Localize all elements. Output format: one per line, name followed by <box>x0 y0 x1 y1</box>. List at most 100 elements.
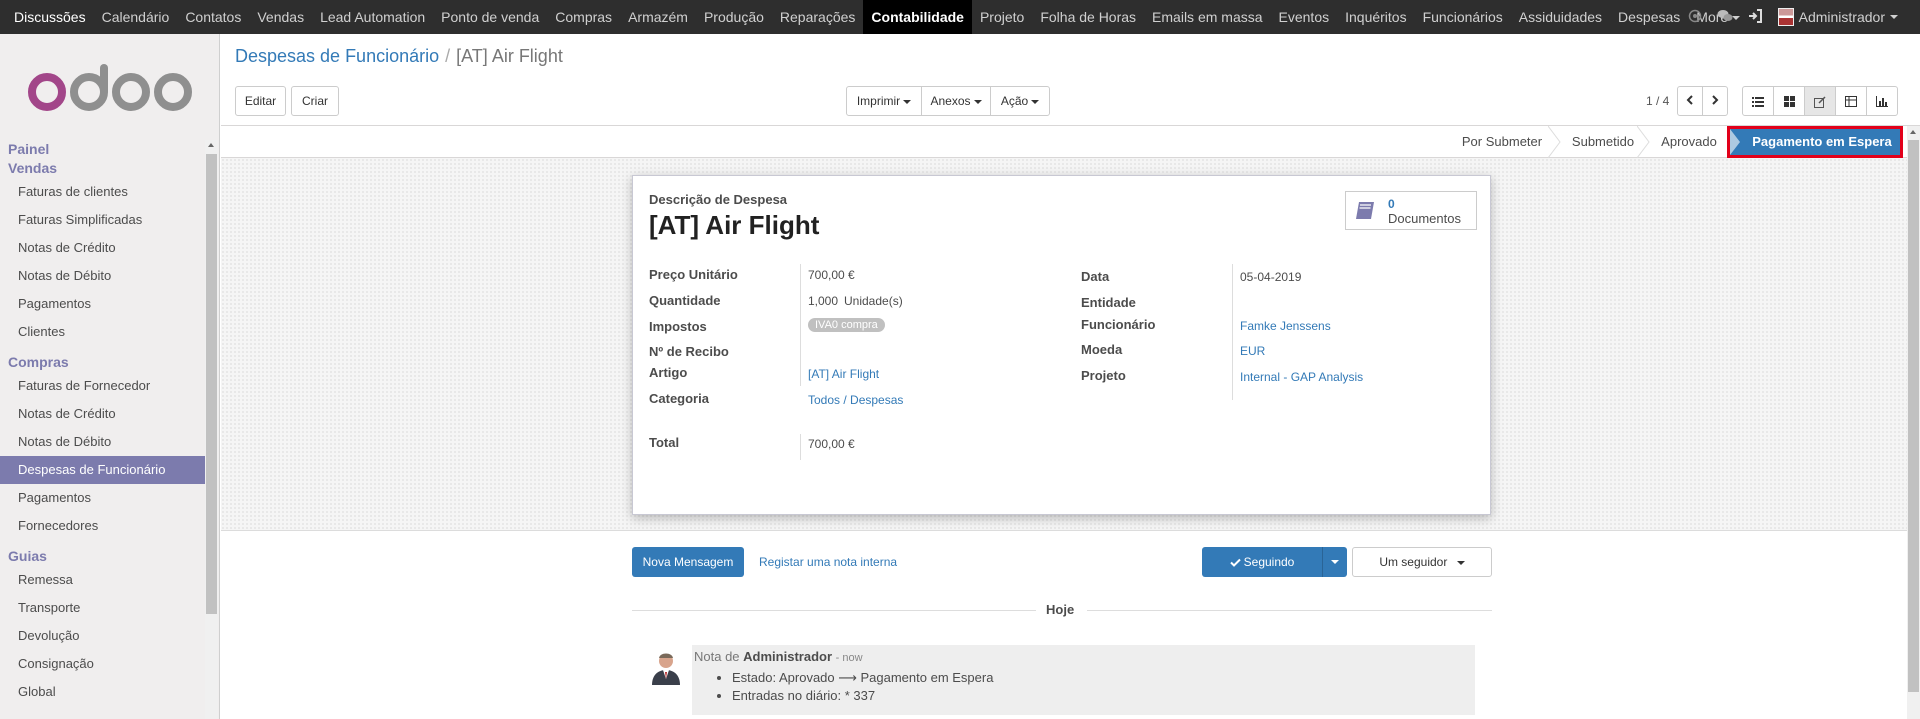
action-dropdown[interactable]: Ação <box>990 86 1050 116</box>
pager-value[interactable]: 1 / 4 <box>1646 94 1669 108</box>
message-timestamp: - now <box>835 652 863 664</box>
statusbar: Por Submeter Submetido Aprovado Pagament… <box>221 126 1907 158</box>
message-author[interactable]: Administrador <box>743 649 832 664</box>
attachments-dropdown[interactable]: Anexos <box>921 86 991 116</box>
sidebar-item[interactable]: Transporte <box>0 594 206 622</box>
documents-button[interactable]: 0 Documentos <box>1345 191 1477 230</box>
caret-down-icon <box>1890 15 1898 19</box>
stage-arrow-icon <box>1730 129 1740 155</box>
breadcrumb-parent[interactable]: Despesas de Funcionário <box>235 46 439 66</box>
main-scrollbar[interactable] <box>1907 126 1920 719</box>
scroll-up-icon[interactable] <box>1910 130 1916 134</box>
description-label: Descrição de Despesa <box>649 192 788 207</box>
app-menu-item-active[interactable]: Contabilidade <box>863 0 972 34</box>
followers-label: Um seguidor <box>1379 555 1448 569</box>
employee-link[interactable]: Famke Jenssens <box>1240 319 1331 333</box>
odoo-logo[interactable] <box>0 34 219 134</box>
print-dropdown[interactable]: Imprimir <box>846 86 922 116</box>
app-menu-item[interactable]: Projeto <box>972 0 1032 34</box>
app-menu-item[interactable]: Despesas <box>1610 0 1688 34</box>
caret-down-icon <box>1031 99 1040 104</box>
stage-por-submeter[interactable]: Por Submeter <box>1448 126 1556 158</box>
sidebar-section-compras[interactable]: Compras <box>0 353 206 372</box>
sidebar-item[interactable]: Remessa <box>0 566 206 594</box>
sidebar-item[interactable]: Consignação <box>0 650 206 678</box>
systray: Administrador <box>1680 0 1898 34</box>
sidebar-item[interactable]: Notas de Crédito <box>0 234 206 262</box>
following-button[interactable]: Seguindo <box>1202 547 1322 577</box>
pager-previous-button[interactable] <box>1677 86 1703 116</box>
app-menu-item[interactable]: Funcionários <box>1415 0 1511 34</box>
sidebar: Painel Vendas Faturas de clientes Fatura… <box>0 34 220 719</box>
create-button[interactable]: Criar <box>291 86 339 116</box>
graph-view-button[interactable] <box>1866 86 1898 116</box>
sidebar-item[interactable]: Global <box>0 678 206 706</box>
app-menu-item[interactable]: Armazém <box>620 0 696 34</box>
app-menu-item[interactable]: Emails em massa <box>1144 0 1270 34</box>
sidebar-item[interactable]: Faturas de clientes <box>0 178 206 206</box>
pivot-view-button[interactable] <box>1835 86 1867 116</box>
stage-submetido[interactable]: Submetido <box>1561 126 1645 158</box>
app-menu-item[interactable]: Eventos <box>1271 0 1338 34</box>
app-menu-item[interactable]: Compras <box>547 0 620 34</box>
app-menu-item[interactable]: Discussões <box>0 0 94 34</box>
app-menu-item[interactable]: Ponto de venda <box>433 0 547 34</box>
app-menu-item[interactable]: Reparações <box>772 0 864 34</box>
help-icon[interactable] <box>1680 9 1710 26</box>
sidebar-menu: Painel Vendas Faturas de clientes Fatura… <box>0 140 206 706</box>
stage-pagamento-em-espera[interactable]: Pagamento em Espera <box>1730 129 1900 155</box>
sidebar-item-active[interactable]: Despesas de Funcionário <box>0 456 206 484</box>
app-menu-item[interactable]: Produção <box>696 0 772 34</box>
caret-down-icon <box>903 99 912 104</box>
sidebar-section-guias[interactable]: Guias <box>0 547 206 566</box>
uom-value: Unidade(s) <box>844 294 903 308</box>
logout-icon[interactable] <box>1740 8 1770 26</box>
followers-button[interactable]: Um seguidor <box>1352 547 1492 577</box>
app-menu: Discussões Calendário Contatos Vendas Le… <box>0 0 1748 34</box>
sidebar-item[interactable]: Pagamentos <box>0 484 206 512</box>
kanban-icon <box>1783 96 1795 108</box>
app-menu-item[interactable]: Calendário <box>94 0 178 34</box>
kanban-view-button[interactable] <box>1773 86 1805 116</box>
sidebar-item[interactable]: Fornecedores <box>0 512 206 540</box>
sidebar-item[interactable]: Notas de Débito <box>0 262 206 290</box>
sidebar-item[interactable]: Notas de Débito <box>0 428 206 456</box>
edit-button[interactable]: Editar <box>235 86 286 116</box>
pager-next-button[interactable] <box>1702 86 1728 116</box>
user-menu[interactable]: Administrador <box>1777 8 1898 26</box>
sidebar-item[interactable]: Faturas de Fornecedor <box>0 372 206 400</box>
currency-label: Moeda <box>1081 342 1123 357</box>
sidebar-item[interactable]: Devolução <box>0 622 206 650</box>
sidebar-item[interactable]: Pagamentos <box>0 290 206 318</box>
tracking-value: Entradas no diário: * 337 <box>732 687 993 705</box>
field-divider <box>800 434 801 460</box>
list-view-button[interactable] <box>1742 86 1774 116</box>
log-note-link[interactable]: Registar uma nota interna <box>759 555 897 569</box>
sidebar-section-painel[interactable]: Painel <box>0 140 206 159</box>
stage-aprovado[interactable]: Aprovado <box>1649 126 1729 158</box>
currency-link[interactable]: EUR <box>1240 344 1265 358</box>
app-menu-item[interactable]: Assiduidades <box>1511 0 1610 34</box>
project-link[interactable]: Internal - GAP Analysis <box>1240 370 1363 384</box>
scrollbar-thumb[interactable] <box>1908 140 1919 692</box>
form-view-button[interactable] <box>1804 86 1836 116</box>
new-message-button[interactable]: Nova Mensagem <box>632 547 744 577</box>
author-avatar[interactable] <box>648 649 684 685</box>
sidebar-item[interactable]: Faturas Simplificadas <box>0 206 206 234</box>
app-menu-item[interactable]: Folha de Horas <box>1032 0 1144 34</box>
product-link[interactable]: [AT] Air Flight <box>808 367 879 381</box>
app-menu-item[interactable]: Vendas <box>249 0 312 34</box>
scroll-up-icon[interactable] <box>208 143 214 147</box>
scrollbar-thumb[interactable] <box>206 154 217 614</box>
app-menu-item[interactable]: Lead Automation <box>312 0 433 34</box>
sidebar-item[interactable]: Clientes <box>0 318 206 346</box>
app-menu-item[interactable]: Contatos <box>177 0 249 34</box>
avatar <box>1777 8 1794 26</box>
sidebar-item[interactable]: Notas de Crédito <box>0 400 206 428</box>
category-link[interactable]: Todos / Despesas <box>808 393 903 407</box>
chat-icon[interactable] <box>1710 9 1740 26</box>
sidebar-scrollbar[interactable] <box>205 140 218 719</box>
sidebar-section-vendas[interactable]: Vendas <box>0 159 206 178</box>
following-dropdown-toggle[interactable] <box>1322 547 1347 577</box>
app-menu-item[interactable]: Inquéritos <box>1337 0 1414 34</box>
